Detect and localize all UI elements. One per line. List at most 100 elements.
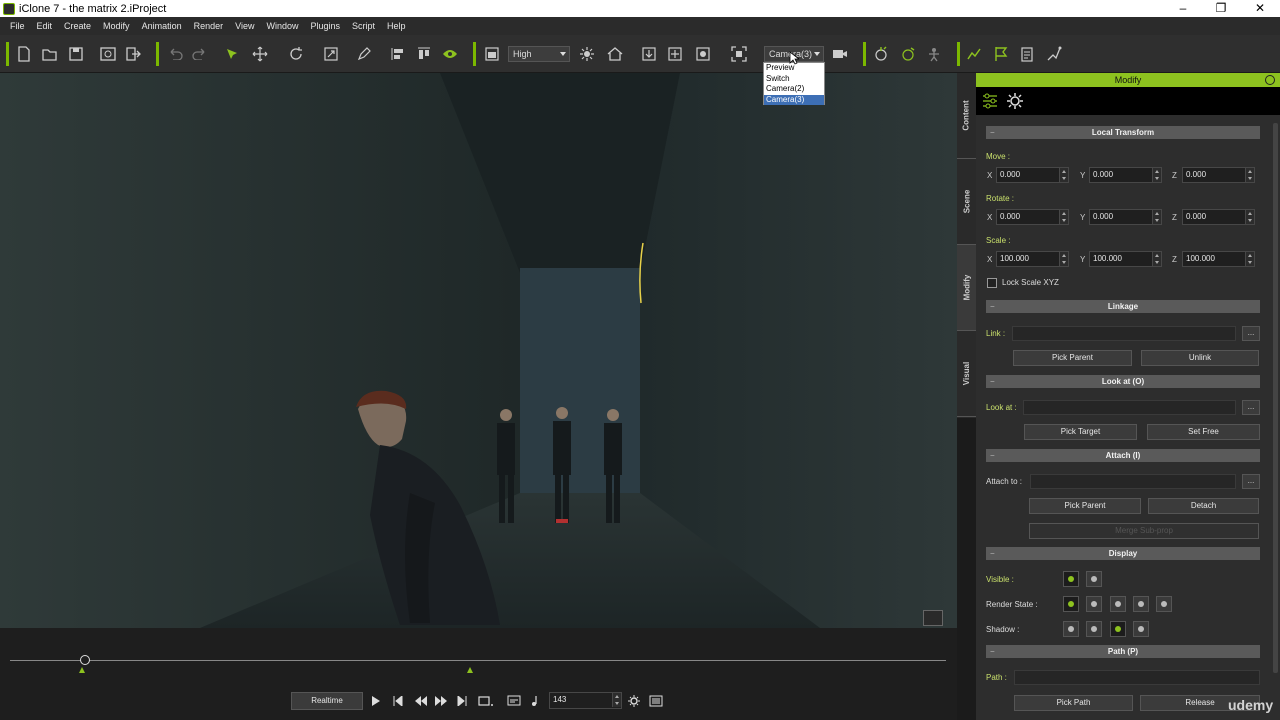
visibility-eye-icon[interactable] (441, 45, 459, 63)
physics-gear-icon[interactable] (1005, 91, 1025, 111)
loop-range-icon[interactable] (478, 695, 494, 710)
scale-y-field[interactable]: 100.000 (1089, 251, 1162, 267)
menu-render[interactable]: Render (188, 21, 230, 31)
skip-start-icon[interactable] (393, 694, 403, 709)
clipboard-icon[interactable] (1018, 45, 1036, 63)
render-box-icon[interactable] (1133, 596, 1149, 612)
frame-number-field[interactable]: 143 (549, 692, 622, 709)
render-smooth-icon[interactable] (1086, 596, 1102, 612)
open-folder-icon[interactable] (41, 45, 59, 63)
section-display[interactable]: − Display (986, 547, 1260, 560)
linkage-pick-parent-button[interactable]: Pick Parent (1013, 350, 1132, 366)
timeline-playhead[interactable] (80, 655, 90, 665)
camera-option-camera-3[interactable]: Camera(3) (764, 94, 824, 105)
realtime-select[interactable]: Realtime (291, 692, 363, 710)
collapse-icon[interactable]: − (990, 126, 995, 139)
video-camera-icon[interactable] (831, 45, 849, 63)
flag-icon[interactable] (992, 45, 1010, 63)
shadow-receive-icon[interactable] (1086, 621, 1102, 637)
timeline-track[interactable] (10, 660, 946, 661)
menu-help[interactable]: Help (381, 21, 412, 31)
timeline-icon[interactable] (966, 45, 984, 63)
export-icon[interactable] (124, 45, 142, 63)
snap-icon[interactable] (694, 45, 712, 63)
timeline-end-marker[interactable] (467, 667, 473, 673)
music-note-icon[interactable] (530, 695, 540, 710)
camera-option-switch[interactable]: Switch (764, 74, 824, 85)
scale-y-spinner[interactable] (1152, 252, 1161, 266)
tab-modify[interactable]: Modify (957, 245, 976, 331)
3d-viewport[interactable] (0, 73, 957, 628)
tab-visual[interactable]: Visual (957, 331, 976, 417)
panel-scrollbar[interactable] (1273, 123, 1278, 673)
unlink-button[interactable]: Unlink (1141, 350, 1259, 366)
collapse-icon[interactable]: − (990, 645, 995, 658)
move-icon[interactable] (251, 45, 269, 63)
menu-window[interactable]: Window (260, 21, 304, 31)
subtitle-toggle-icon[interactable] (923, 610, 943, 626)
tab-content[interactable]: Content (957, 73, 976, 159)
light-sun-icon[interactable] (578, 45, 596, 63)
link-browse-button[interactable]: ... (1242, 326, 1260, 341)
pose-icon[interactable] (872, 45, 890, 63)
rotate-z-field[interactable]: 0.000 (1182, 209, 1255, 225)
lock-scale-checkbox[interactable] (987, 278, 997, 288)
menu-script[interactable]: Script (346, 21, 381, 31)
rotate-y-field[interactable]: 0.000 (1089, 209, 1162, 225)
tab-scene[interactable]: Scene (957, 159, 976, 245)
rotate-y-spinner[interactable] (1152, 210, 1161, 224)
viewport-layout-icon[interactable] (483, 45, 501, 63)
align-left-icon[interactable] (389, 45, 407, 63)
pick-path-button[interactable]: Pick Path (1014, 695, 1133, 711)
zoom-extents-icon[interactable] (730, 45, 748, 63)
settings-gear-icon[interactable] (627, 694, 641, 711)
move-x-spinner[interactable] (1059, 168, 1068, 182)
close-button[interactable]: ✕ (1240, 0, 1280, 17)
edit-tool-icon[interactable] (355, 45, 373, 63)
move-x-field[interactable]: 0.000 (996, 167, 1069, 183)
scale-z-spinner[interactable] (1245, 252, 1254, 266)
move-z-spinner[interactable] (1245, 168, 1254, 182)
pick-target-button[interactable]: Pick Target (1024, 424, 1137, 440)
menu-modify[interactable]: Modify (97, 21, 136, 31)
panel-close-icon[interactable] (1265, 75, 1275, 85)
shadow-none-icon[interactable] (1133, 621, 1149, 637)
redo-icon[interactable] (191, 45, 209, 63)
undo-icon[interactable] (166, 45, 184, 63)
render-wireframe-icon[interactable] (1110, 596, 1126, 612)
rotate-icon[interactable] (287, 45, 305, 63)
render-preview-icon[interactable] (99, 45, 117, 63)
menu-create[interactable]: Create (58, 21, 97, 31)
collapse-icon[interactable]: − (990, 449, 995, 462)
minimize-button[interactable]: – (1163, 0, 1203, 17)
list-icon[interactable] (649, 695, 663, 710)
attach-pick-parent-button[interactable]: Pick Parent (1029, 498, 1141, 514)
section-linkage[interactable]: − Linkage (986, 300, 1260, 313)
frame-spinner[interactable] (612, 693, 621, 707)
menu-view[interactable]: View (229, 21, 260, 31)
camera-option-camera-2[interactable]: Camera(2) (764, 84, 824, 95)
skip-end-icon[interactable] (457, 694, 467, 709)
attach-to-field[interactable] (1030, 474, 1236, 489)
new-file-icon[interactable] (15, 45, 33, 63)
select-arrow-icon[interactable] (223, 45, 241, 63)
section-local-transform[interactable]: − Local Transform (986, 126, 1260, 139)
scale-icon[interactable] (322, 45, 340, 63)
collapse-icon[interactable]: − (990, 375, 995, 388)
look-at-field[interactable] (1023, 400, 1236, 415)
attach-browse-button[interactable]: ... (1242, 474, 1260, 489)
path-tool-icon[interactable] (1045, 45, 1063, 63)
link-field[interactable] (1012, 326, 1236, 341)
move-z-field[interactable]: 0.000 (1182, 167, 1255, 183)
subtitle-icon[interactable] (507, 695, 521, 710)
menu-file[interactable]: File (4, 21, 31, 31)
motion-icon[interactable] (899, 45, 917, 63)
menu-plugins[interactable]: Plugins (305, 21, 347, 31)
home-camera-icon[interactable] (606, 45, 624, 63)
scale-z-field[interactable]: 100.000 (1182, 251, 1255, 267)
shadow-cast-icon[interactable] (1063, 621, 1079, 637)
section-attach[interactable]: − Attach (I) (986, 449, 1260, 462)
quality-select[interactable]: High (508, 46, 570, 62)
visible-on-icon[interactable] (1063, 571, 1079, 587)
align-top-icon[interactable] (415, 45, 433, 63)
